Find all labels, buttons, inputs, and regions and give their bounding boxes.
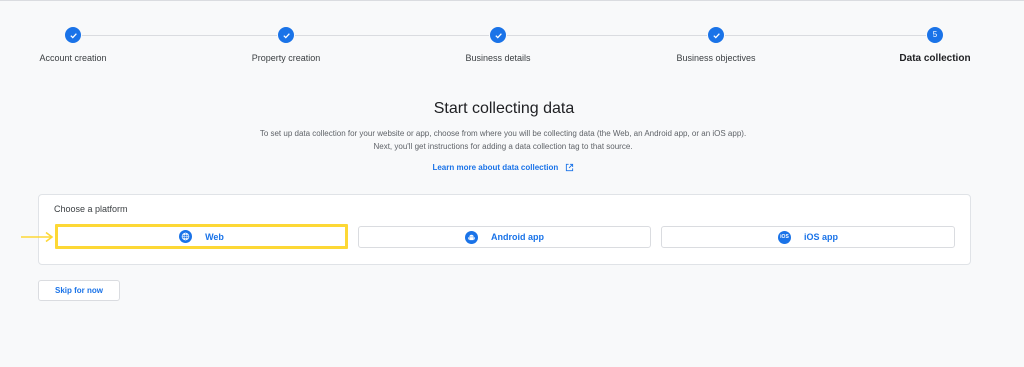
step-label: Business objectives — [676, 53, 756, 63]
android-platform-button[interactable]: Android app — [358, 226, 651, 248]
learn-more-label: Learn more about data collection — [432, 163, 559, 172]
step-account-creation: Account creation — [0, 26, 153, 63]
open-in-new-icon — [565, 163, 574, 174]
ios-icon: iOS — [777, 230, 791, 244]
step-number-badge: 5 — [926, 26, 944, 44]
step-label: Account creation — [39, 53, 107, 63]
check-icon — [277, 26, 295, 44]
page-title: Start collecting data — [433, 100, 575, 117]
check-icon — [489, 26, 507, 44]
top-divider — [0, 0, 1024, 1]
arrow-right-icon — [20, 230, 54, 248]
step-business-details: Business details — [418, 26, 578, 63]
step-data-collection: 5 Data collection — [855, 26, 1015, 64]
step-property-creation: Property creation — [206, 26, 366, 63]
step-label: Data collection — [899, 53, 971, 64]
platform-card: Choose a platform Web Android app iOS iO… — [38, 194, 971, 265]
learn-more-link[interactable]: Learn more about data collection — [0, 163, 1006, 174]
platform-title: Choose a platform — [54, 204, 128, 214]
globe-icon — [179, 230, 193, 243]
android-platform-label: Android app — [491, 232, 544, 242]
page-description: To set up data collection for your websi… — [259, 129, 747, 151]
ios-platform-label: iOS app — [803, 232, 838, 242]
web-platform-label: Web — [205, 231, 224, 242]
web-platform-button[interactable]: Web — [55, 224, 348, 249]
step-label: Property creation — [251, 53, 321, 63]
check-icon — [64, 26, 82, 44]
android-icon — [465, 230, 478, 244]
setup-page: Account creation Property creation Busin… — [0, 0, 1024, 367]
step-business-objectives: Business objectives — [636, 26, 796, 63]
check-icon — [707, 26, 725, 44]
skip-button[interactable]: Skip for now — [38, 280, 120, 301]
ios-platform-button[interactable]: iOS iOS app — [661, 226, 955, 248]
step-label: Business details — [465, 53, 531, 63]
